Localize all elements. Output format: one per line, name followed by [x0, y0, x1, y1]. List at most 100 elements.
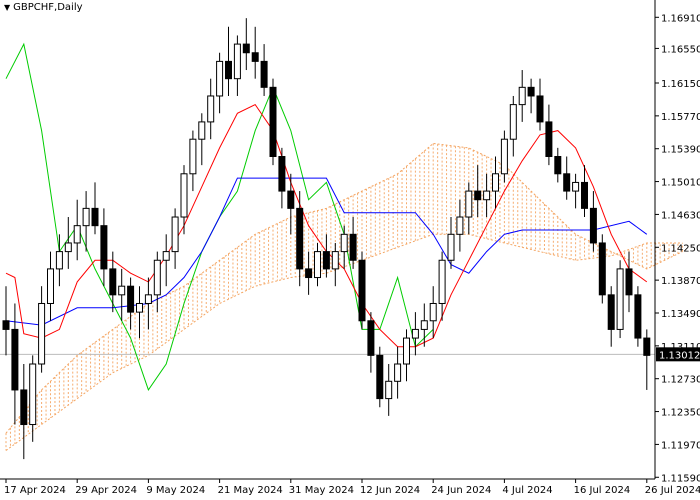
date-tick-label: 31 May 2024 — [289, 485, 354, 496]
date-tick-label: 12 Jun 2024 — [360, 485, 420, 496]
date-tick-label: 17 Apr 2024 — [4, 485, 66, 496]
candle-body — [554, 155, 562, 175]
candle-body — [162, 251, 170, 261]
candle-body — [242, 43, 250, 54]
candle-body — [518, 86, 526, 106]
price-tick-label: 1.15010 — [661, 178, 700, 189]
candle-body — [536, 95, 544, 123]
candle-body — [385, 380, 393, 400]
candle-body — [527, 86, 535, 97]
candle-body — [474, 190, 482, 201]
candle-body — [643, 337, 651, 356]
candle-body — [55, 251, 63, 270]
candle-body — [38, 302, 46, 365]
candle-body — [465, 190, 473, 218]
candle-body — [136, 302, 143, 313]
price-tick-label: 1.16550 — [661, 44, 700, 55]
candle-body — [144, 294, 152, 304]
candle-body — [394, 363, 402, 382]
candle-body — [447, 233, 455, 261]
candle-body — [367, 320, 375, 356]
candle-body — [500, 138, 508, 175]
price-tick-label: 1.14250 — [661, 243, 700, 254]
symbol-text: GBPCHF,Daily — [13, 2, 83, 13]
price-tick-label: 1.12730 — [661, 375, 700, 386]
candle-body — [456, 216, 464, 235]
candle-body — [278, 155, 286, 192]
candle-body — [563, 173, 571, 192]
candle-body — [82, 207, 90, 227]
current-price-label: 1.13012 — [659, 350, 700, 361]
candle-body — [100, 225, 108, 270]
candle-body — [2, 320, 10, 330]
candle-body — [598, 242, 606, 296]
candle-body — [91, 207, 99, 227]
candle-body — [492, 173, 499, 192]
price-tick-label: 1.11970 — [661, 440, 700, 451]
price-chart[interactable]: 1.16910 1.16550 1.16150 1.15770 1.15390 1.150… — [0, 0, 700, 500]
candle-body — [331, 251, 339, 270]
candle-body — [340, 233, 348, 253]
date-tick-label: 16 Jul 2024 — [574, 485, 631, 496]
price-tick-label: 1.13870 — [661, 276, 700, 287]
price-tick-label: 1.11590 — [661, 473, 700, 484]
candle-body — [403, 337, 410, 365]
candle-body — [581, 181, 588, 209]
date-tick-label: 29 Apr 2024 — [75, 485, 137, 496]
candle-body — [109, 268, 117, 296]
date-tick-label: 4 Jul 2024 — [502, 485, 552, 496]
price-tick-label: 1.16150 — [661, 79, 700, 90]
candle-body — [64, 242, 72, 253]
candle-body — [73, 225, 81, 244]
date-tick-label: 26 Jul 2024 — [645, 485, 700, 496]
date-tick-label: 9 May 2024 — [146, 485, 205, 496]
candle-body — [420, 320, 428, 330]
candle-body — [616, 268, 624, 330]
price-tick-label: 1.13490 — [661, 309, 700, 320]
candle-body — [429, 302, 437, 322]
candle-body — [118, 285, 126, 296]
candle-body — [509, 104, 517, 140]
candle-body — [589, 207, 597, 244]
candle-body — [322, 251, 330, 270]
candle-body — [233, 43, 241, 80]
candle-body — [153, 259, 161, 296]
candle-body — [305, 268, 313, 279]
candle-body — [545, 121, 553, 157]
candle-body — [314, 251, 321, 279]
candle-body — [207, 95, 215, 123]
date-tick-label: 21 May 2024 — [218, 485, 283, 496]
candle-body — [634, 294, 642, 339]
price-tick-label: 1.16910 — [661, 13, 700, 24]
candle-body — [269, 86, 277, 157]
date-tick-label: 24 Jun 2024 — [431, 485, 491, 496]
candle-body — [198, 121, 206, 140]
symbol-label[interactable]: ▼ GBPCHF,Daily — [4, 2, 83, 13]
candle-body — [251, 52, 259, 62]
price-tick-label: 1.12350 — [661, 408, 700, 419]
price-tick-label: 1.15390 — [661, 145, 700, 156]
candle-body — [260, 60, 268, 88]
candle-body — [358, 259, 366, 322]
candle-body — [216, 60, 224, 97]
price-tick-label: 1.15770 — [661, 112, 700, 123]
candle-body — [287, 190, 295, 209]
candle-body — [411, 328, 419, 339]
candle-body — [438, 259, 446, 304]
triangle-down-icon[interactable]: ▼ — [4, 3, 10, 12]
candle-body — [171, 216, 179, 253]
candle-body — [349, 233, 357, 261]
candle-body — [572, 181, 580, 192]
price-tick-label: 1.14630 — [661, 210, 700, 221]
chart-container[interactable]: 1.16910 1.16550 1.16150 1.15770 1.15390 1.150… — [0, 0, 700, 500]
candle-body — [296, 207, 304, 270]
candle-body — [625, 268, 633, 296]
candle-body — [29, 363, 37, 426]
candle-body — [20, 389, 28, 426]
candle-body — [607, 294, 615, 330]
candle-body — [127, 285, 135, 313]
candle-body — [189, 138, 197, 175]
candle-body — [376, 354, 384, 400]
candle-body — [225, 60, 232, 80]
candle-body — [180, 173, 188, 218]
